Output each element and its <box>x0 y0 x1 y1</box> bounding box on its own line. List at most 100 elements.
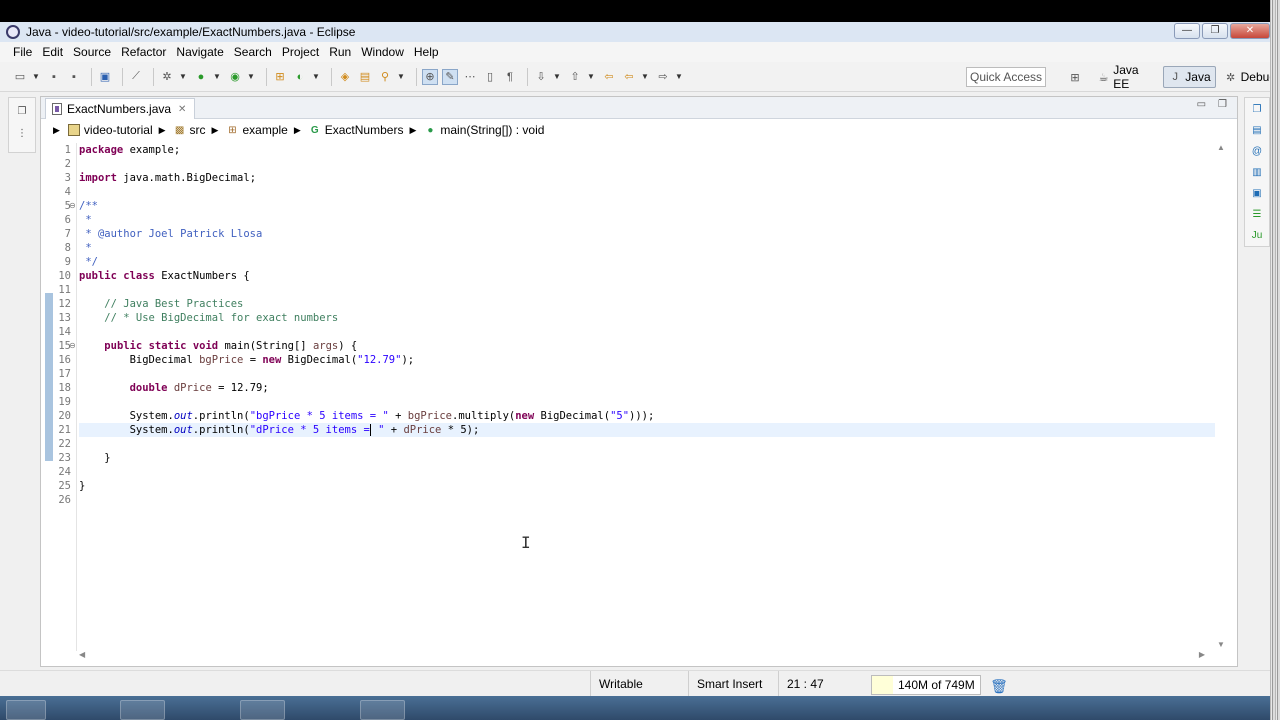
chevron-right-icon[interactable]: ▶ <box>409 125 416 136</box>
code-line[interactable]: public static void main(String[] args) { <box>79 339 1217 353</box>
fold-toggle-icon[interactable]: ⊖ <box>69 199 76 213</box>
last-edit-location-icon[interactable]: ⇦ <box>601 69 617 85</box>
code-line[interactable]: System.out.println("bgPrice * 5 items = … <box>79 409 1217 423</box>
code-line[interactable] <box>79 367 1217 381</box>
external-tools-icon[interactable]: ◉ <box>227 69 243 85</box>
declaration-icon[interactable]: ▥ <box>1250 166 1264 180</box>
back-dropdown-icon[interactable]: ▼ <box>641 69 649 85</box>
external-tools-dropdown-icon[interactable]: ▼ <box>247 69 255 85</box>
code-line[interactable]: } <box>79 451 1217 465</box>
package-explorer-icon[interactable]: ⋮ <box>15 128 29 142</box>
code-line[interactable]: /** <box>79 199 1217 213</box>
code-line[interactable] <box>79 283 1217 297</box>
code-line[interactable] <box>79 157 1217 171</box>
taskbar-button[interactable] <box>120 700 165 720</box>
back-icon[interactable]: ⇦ <box>621 69 637 85</box>
code-line[interactable] <box>79 185 1217 199</box>
code-line[interactable]: * <box>79 241 1217 255</box>
previous-annotation-dropdown-icon[interactable]: ▼ <box>587 69 595 85</box>
debug-icon[interactable]: ✲ <box>159 69 175 85</box>
garbage-collect-icon[interactable]: 🗑 <box>990 677 1008 695</box>
menu-help[interactable]: Help <box>409 45 444 59</box>
code-line[interactable]: System.out.println("dPrice * 5 items = "… <box>79 423 1217 437</box>
code-line[interactable]: package example; <box>79 143 1217 157</box>
new-icon[interactable]: ▭ <box>12 69 28 85</box>
forward-dropdown-icon[interactable]: ▼ <box>675 69 683 85</box>
restore-icon[interactable]: ❐ <box>15 106 29 120</box>
menu-project[interactable]: Project <box>277 45 324 59</box>
code-editor[interactable]: 1 2 3 4 5 ⊖ 6 7 8 9 10 11 12 13 14 15 ⊖ 16 17 18 19 20 21 22 23 2… <box>41 143 1217 651</box>
code-line[interactable]: double dPrice = 12.79; <box>79 381 1217 395</box>
previous-annotation-icon[interactable]: ⇧ <box>567 69 583 85</box>
code-line[interactable]: BigDecimal bgPrice = new BigDecimal("12.… <box>79 353 1217 367</box>
javadoc-icon[interactable]: @ <box>1250 145 1264 159</box>
new-class-dropdown-icon[interactable]: ▼ <box>312 69 320 85</box>
search-icon[interactable]: ⚲ <box>377 69 393 85</box>
console-icon[interactable]: ▣ <box>1250 187 1264 201</box>
code-line[interactable] <box>79 465 1217 479</box>
vertical-scrollbar[interactable]: ▲ ▼ <box>1215 143 1227 651</box>
paragraph-icon[interactable]: ¶ <box>502 69 518 85</box>
maximize-button[interactable]: ❐ <box>1202 23 1228 39</box>
console-icon[interactable]: ▣ <box>97 69 113 85</box>
maximize-editor-icon[interactable]: ❐ <box>1218 99 1227 110</box>
code-line[interactable]: * @author Joel Patrick Llosa <box>79 227 1217 241</box>
open-perspective-button[interactable]: ⊞ <box>1064 66 1089 88</box>
horizontal-scrollbar[interactable]: ◀ ▶ <box>77 650 1207 662</box>
chevron-right-icon[interactable]: ▶ <box>53 125 60 136</box>
scroll-up-icon[interactable]: ▲ <box>1215 143 1227 152</box>
breadcrumb-item[interactable]: ▶ ● main(String[]) : void <box>403 123 544 137</box>
skip-breakpoints-icon[interactable]: ⟋ <box>128 69 144 85</box>
debug-dropdown-icon[interactable]: ▼ <box>179 69 187 85</box>
menu-run[interactable]: Run <box>324 45 356 59</box>
code-line[interactable]: */ <box>79 255 1217 269</box>
menu-search[interactable]: Search <box>229 45 277 59</box>
breadcrumb-item[interactable]: ▶ video-tutorial <box>47 123 153 137</box>
code-line[interactable]: // * Use BigDecimal for exact numbers <box>79 311 1217 325</box>
code-line[interactable] <box>79 395 1217 409</box>
next-annotation-dropdown-icon[interactable]: ▼ <box>553 69 561 85</box>
run-icon[interactable]: ● <box>193 69 209 85</box>
menu-source[interactable]: Source <box>68 45 116 59</box>
code-line[interactable] <box>79 325 1217 339</box>
toggle-mark-occurrences-icon[interactable]: ✎ <box>442 68 458 85</box>
start-button[interactable] <box>6 700 46 720</box>
code-line[interactable]: * <box>79 213 1217 227</box>
code-line[interactable] <box>79 493 1217 507</box>
scroll-down-icon[interactable]: ▼ <box>1215 640 1227 649</box>
save-all-icon[interactable]: ▪ <box>66 69 82 85</box>
task-list-icon[interactable]: ▤ <box>1250 124 1264 138</box>
code-line[interactable]: public class ExactNumbers { <box>79 269 1217 283</box>
editor-tab[interactable]: ExactNumbers.java ✕ <box>45 98 196 119</box>
menu-edit[interactable]: Edit <box>37 45 68 59</box>
perspective-java-ee[interactable]: ☕ Java EE <box>1093 63 1159 91</box>
quick-access-field[interactable]: Quick Access <box>966 67 1046 87</box>
breadcrumb-item[interactable]: ▶ ⊞ example <box>206 123 288 137</box>
open-type-icon[interactable]: ◈ <box>337 69 353 85</box>
outline-icon[interactable]: ☰ <box>1250 208 1264 222</box>
menu-file[interactable]: File <box>8 45 37 59</box>
toggle-breadcrumb-icon[interactable]: ⊕ <box>422 68 438 85</box>
new-dropdown-icon[interactable]: ▼ <box>32 69 40 85</box>
restore-icon[interactable]: ❐ <box>1250 103 1264 117</box>
code-line[interactable]: import java.math.BigDecimal; <box>79 171 1217 185</box>
scroll-right-icon[interactable]: ▶ <box>1199 650 1205 659</box>
forward-icon[interactable]: ⇨ <box>655 69 671 85</box>
show-whitespace-icon[interactable]: ▯ <box>482 69 498 85</box>
code-line[interactable] <box>79 437 1217 451</box>
close-tab-icon[interactable]: ✕ <box>178 104 186 115</box>
code-line[interactable]: } <box>79 479 1217 493</box>
toggle-block-selection-icon[interactable]: ⋯ <box>462 69 478 85</box>
search-dropdown-icon[interactable]: ▼ <box>397 69 405 85</box>
next-annotation-icon[interactable]: ⇩ <box>533 69 549 85</box>
close-button[interactable]: ✕ <box>1230 23 1270 39</box>
menu-navigate[interactable]: Navigate <box>171 45 228 59</box>
chevron-right-icon[interactable]: ▶ <box>159 125 166 136</box>
save-icon[interactable]: ▪ <box>46 69 62 85</box>
junit-icon[interactable]: Ju <box>1250 229 1264 243</box>
perspective-java[interactable]: J Java <box>1163 66 1216 88</box>
fold-toggle-icon[interactable]: ⊖ <box>69 339 76 353</box>
menu-refactor[interactable]: Refactor <box>116 45 171 59</box>
taskbar-button[interactable] <box>240 700 285 720</box>
chevron-right-icon[interactable]: ▶ <box>294 125 301 136</box>
